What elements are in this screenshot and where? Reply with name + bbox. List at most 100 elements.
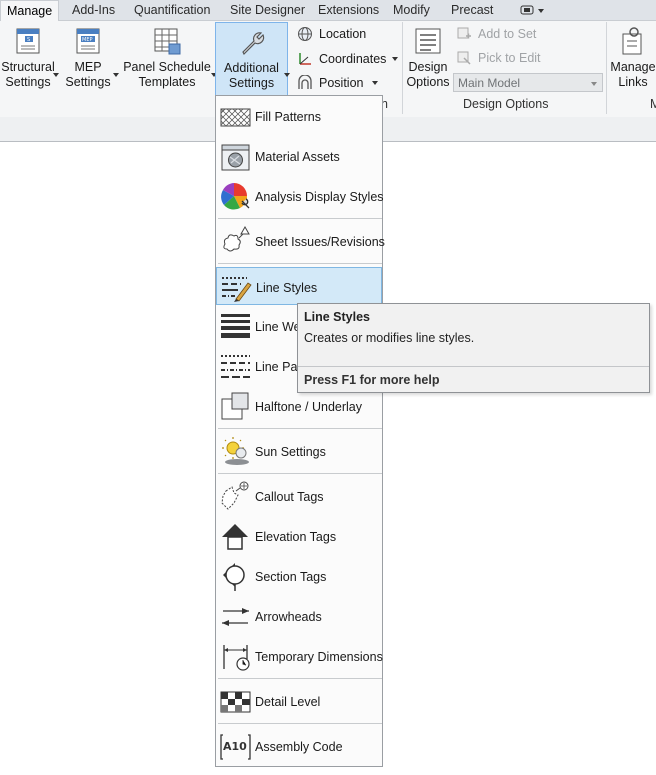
structural-settings-caret[interactable] — [53, 73, 59, 77]
wrench-icon — [237, 27, 267, 57]
menu-separator — [218, 678, 382, 679]
menu-item-section-tags[interactable]: Section Tags — [216, 557, 382, 595]
menu-item-sun-settings[interactable]: Sun Settings — [216, 432, 382, 470]
line-weights-icon — [221, 314, 250, 338]
analysis-display-styles-icon — [221, 183, 250, 210]
location-label: Location — [319, 27, 367, 41]
tab-precast[interactable]: Precast — [445, 0, 499, 20]
menu-item-label: Line Styles — [256, 281, 318, 295]
sheet-issues-icon — [223, 226, 250, 252]
truncated-right-panel-label: M — [650, 97, 656, 111]
design-options-button[interactable]: Design Options — [406, 26, 450, 90]
tab-site-designer[interactable]: Site Designer — [224, 0, 311, 20]
mep-settings-button[interactable]: MEP MEP Settings — [62, 26, 114, 90]
tooltip-description: Creates or modifies line styles. — [304, 331, 475, 345]
menu-item-label: Sheet Issues/Revisions — [255, 235, 385, 249]
pick-to-edit-icon — [457, 51, 471, 65]
coordinates-caret — [392, 57, 398, 61]
ribbon-overflow-button[interactable] — [514, 0, 552, 20]
menu-item-fill-patterns[interactable]: Fill Patterns — [216, 97, 382, 135]
svg-text:S: S — [27, 37, 30, 43]
line-styles-icon — [222, 277, 252, 302]
structural-settings-icon: S — [13, 26, 43, 56]
tab-add-ins[interactable]: Add-Ins — [66, 0, 121, 20]
ribbon-separator — [402, 22, 403, 114]
menu-separator — [218, 473, 382, 474]
svg-text:MEP: MEP — [82, 37, 93, 43]
chevron-down-icon — [591, 82, 597, 86]
structural-settings-button[interactable]: S Structural Settings — [0, 26, 56, 90]
menu-item-label: Callout Tags — [255, 490, 324, 504]
tab-modify[interactable]: Modify — [387, 0, 436, 20]
add-to-set-icon — [457, 27, 471, 39]
menu-item-label: Line Pat — [255, 360, 301, 374]
panel-schedule-templates-button[interactable]: Panel Schedule Templates — [122, 26, 212, 90]
menu-item-label: Line We — [255, 320, 301, 334]
tab-quantification[interactable]: Quantification — [128, 0, 216, 20]
section-tags-icon — [223, 563, 245, 591]
tab-extensions[interactable]: Extensions — [312, 0, 385, 20]
menu-item-label: Analysis Display Styles — [255, 190, 384, 204]
menu-item-label: Assembly Code — [255, 740, 343, 754]
tooltip-title: Line Styles — [304, 310, 370, 324]
arrowheads-icon — [222, 608, 249, 626]
line-patterns-icon — [221, 355, 250, 378]
position-caret — [372, 81, 378, 85]
menu-item-label: Sun Settings — [255, 445, 326, 459]
manage-links-button[interactable]: Manage Links — [610, 26, 656, 90]
coordinates-label: Coordinates — [319, 52, 387, 66]
tooltip-separator — [298, 366, 649, 367]
position-icon — [298, 75, 312, 89]
fill-patterns-icon — [220, 108, 251, 127]
menu-separator — [218, 723, 382, 724]
temporary-dimensions-icon — [223, 645, 250, 671]
menu-item-label: Detail Level — [255, 695, 321, 709]
menu-item-label: Material Assets — [255, 150, 340, 164]
panel-schedule-icon — [152, 26, 182, 56]
additional-settings-caret[interactable] — [284, 73, 290, 77]
detail-level-icon — [220, 691, 251, 713]
menu-item-line-styles[interactable]: Line Styles — [216, 267, 382, 305]
menu-item-analysis-display-styles[interactable]: Analysis Display Styles — [216, 177, 384, 215]
menu-item-detail-level[interactable]: Detail Level — [216, 682, 382, 720]
design-options-icon — [413, 26, 443, 56]
structural-settings-label-1: Structural — [1, 60, 55, 74]
additional-settings-label-1: Additional — [224, 61, 279, 75]
menu-item-material-assets[interactable]: Material Assets — [216, 137, 382, 175]
menu-item-temporary-dimensions[interactable]: Temporary Dimensions — [216, 637, 383, 675]
menu-item-label: Fill Patterns — [255, 110, 321, 124]
halftone-icon — [221, 392, 249, 420]
elevation-tags-icon — [222, 524, 248, 550]
add-to-set-label: Add to Set — [478, 27, 537, 41]
mep-settings-icon: MEP — [73, 26, 103, 56]
menu-item-label: Section Tags — [255, 570, 327, 584]
assembly-code-icon: A10 — [220, 734, 251, 760]
menu-item-callout-tags[interactable]: Callout Tags — [216, 477, 382, 515]
design-option-select[interactable]: Main Model — [453, 73, 603, 92]
manage-links-icon — [618, 26, 648, 56]
menu-item-sheet-issues[interactable]: Sheet Issues/Revisions — [216, 222, 385, 260]
tooltip-help: Press F1 for more help — [304, 373, 440, 387]
menu-separator — [218, 218, 382, 219]
ribbon-tab-bar: Manage Add-Ins Quantification Site Desig… — [0, 0, 656, 22]
menu-item-assembly-code[interactable]: A10 Assembly Code — [216, 727, 382, 765]
design-options-panel-label: Design Options — [463, 97, 549, 111]
manage-links-label-2: Links — [618, 75, 648, 89]
menu-item-elevation-tags[interactable]: Elevation Tags — [216, 517, 382, 555]
material-assets-icon — [221, 144, 250, 171]
menu-separator — [218, 263, 382, 264]
tab-manage[interactable]: Manage — [0, 0, 60, 22]
line-styles-tooltip: Line Styles Creates or modifies line sty… — [297, 303, 650, 393]
additional-settings-label-2: Settings — [228, 76, 275, 90]
menu-separator — [218, 428, 382, 429]
menu-item-label: Elevation Tags — [255, 530, 337, 544]
panel-schedule-label-2: Templates — [138, 75, 196, 89]
location-icon — [298, 27, 312, 41]
menu-item-arrowheads[interactable]: Arrowheads — [216, 597, 382, 635]
callout-tags-icon — [221, 481, 249, 510]
mep-settings-caret[interactable] — [113, 73, 119, 77]
sun-settings-icon — [222, 437, 249, 465]
panel-toggle-icon — [520, 5, 544, 15]
additional-settings-button[interactable]: Additional Settings — [215, 22, 288, 96]
design-options-label-2: Options — [406, 75, 450, 89]
